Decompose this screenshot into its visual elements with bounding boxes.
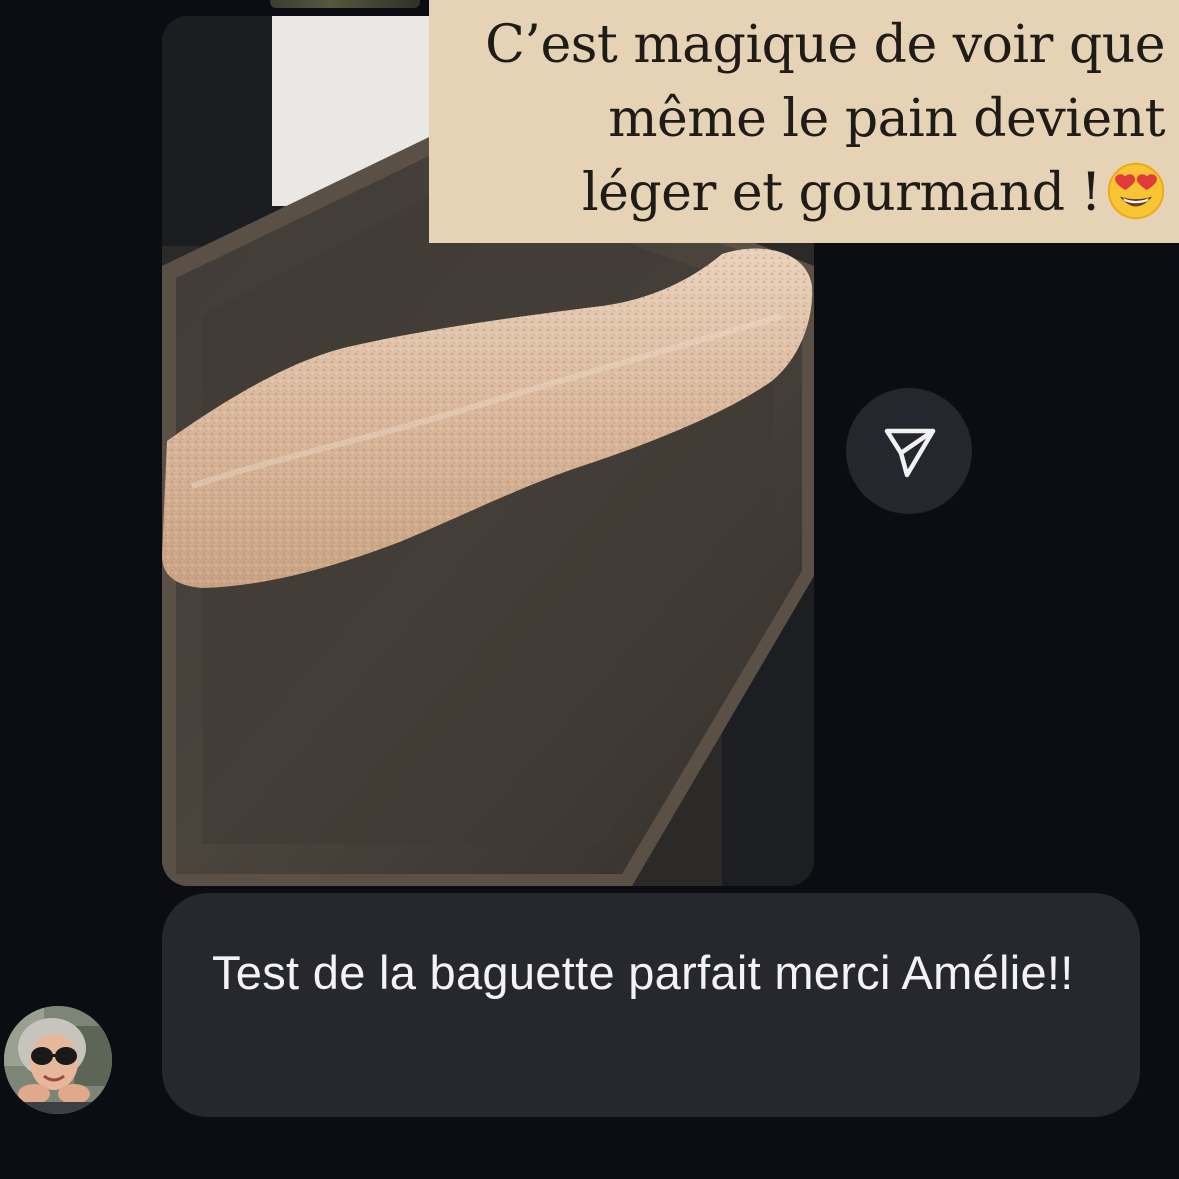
paper-plane-icon bbox=[884, 428, 936, 478]
share-button[interactable] bbox=[846, 388, 972, 514]
sender-avatar[interactable] bbox=[4, 1006, 112, 1114]
caption-line-3: léger et gourmand ! bbox=[429, 156, 1165, 230]
message-bubble[interactable]: Test de la baguette parfait merci Amélie… bbox=[162, 893, 1140, 1117]
heart-eyes-emoji-icon bbox=[1107, 162, 1165, 220]
caption-line-3-text: léger et gourmand ! bbox=[581, 163, 1102, 223]
caption-overlay: C’est magique de voir que même le pain d… bbox=[429, 0, 1179, 243]
previous-photo-strip[interactable] bbox=[270, 0, 420, 8]
caption-line-1: C’est magique de voir que bbox=[485, 15, 1165, 75]
message-text: Test de la baguette parfait merci Amélie… bbox=[212, 946, 1074, 999]
caption-line-2: même le pain devient bbox=[608, 89, 1165, 149]
